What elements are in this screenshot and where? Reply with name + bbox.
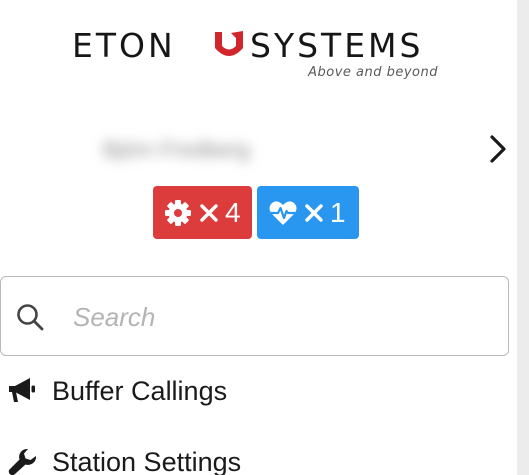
user-name: Björn Fredberg (103, 137, 250, 162)
menu-item-label: Station Settings (52, 446, 242, 475)
chevron-right-icon[interactable] (487, 134, 509, 164)
search-icon (17, 304, 44, 331)
scrollbar-track[interactable] (517, 0, 529, 475)
search-input[interactable] (73, 297, 473, 337)
health-alert-badge[interactable]: 1 (257, 186, 359, 239)
menu-item-buffer-callings[interactable]: Buffer Callings (0, 366, 509, 416)
company-logo: ETON SYSTEMS Above and beyond (72, 22, 444, 84)
search-box[interactable] (0, 276, 509, 356)
settings-alert-count: 4 (225, 196, 241, 228)
times-icon (305, 203, 323, 222)
logo-tagline: Above and beyond (308, 65, 438, 80)
logo-word-left: ETON (72, 26, 176, 65)
menu-item-station-settings[interactable]: Station Settings (0, 437, 509, 475)
settings-alert-badge[interactable]: 4 (153, 186, 252, 239)
gear-icon (165, 199, 191, 226)
logo-mark-icon (215, 31, 243, 56)
megaphone-icon (9, 378, 35, 402)
wrench-icon (8, 448, 37, 475)
times-icon (200, 203, 218, 222)
health-alert-count: 1 (330, 196, 346, 228)
heartbeat-icon (269, 200, 297, 225)
logo-word-right: SYSTEMS (250, 26, 424, 65)
menu-item-label: Buffer Callings (52, 375, 228, 406)
